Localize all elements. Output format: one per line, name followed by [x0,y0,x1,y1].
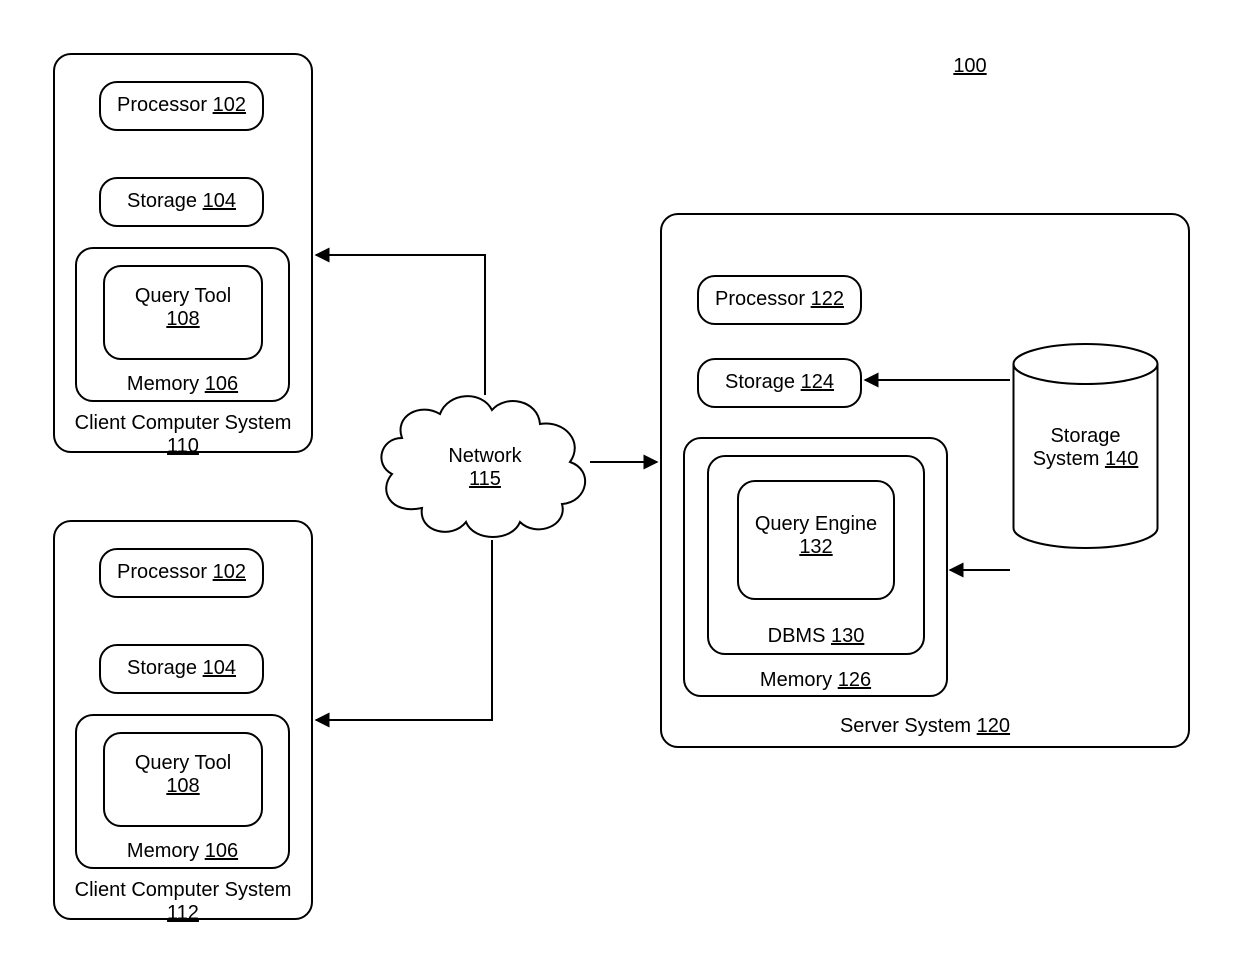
server-dbms-label: DBMS 130 [707,625,925,648]
client1-memory-label: Memory 106 [75,373,290,396]
server-memory-label: Memory 126 [683,669,948,692]
client2-storage-label: Storage 104 [99,657,264,680]
server-title: Server System 120 [660,715,1190,738]
figure-ref: 100 [940,55,1000,78]
storage-cylinder-label: Storage System 140 [1008,425,1163,471]
server-queryengine-label: Query Engine132 [737,513,895,559]
client1-querytool-label: Query Tool108 [103,285,263,331]
client2-title: Client Computer System112 [53,879,313,925]
network-label: Network115 [395,445,575,491]
client2-memory-label: Memory 106 [75,840,290,863]
client1-storage-label: Storage 104 [99,190,264,213]
diagram-canvas: 100 Processor 102 Storage 104 Memory 106… [0,0,1240,963]
client2-querytool-label: Query Tool108 [103,752,263,798]
server-processor-label: Processor 122 [697,288,862,311]
client1-title: Client Computer System110 [53,412,313,458]
server-storage-label: Storage 124 [697,371,862,394]
client2-processor-label: Processor 102 [99,561,264,584]
client1-processor-label: Processor 102 [99,94,264,117]
